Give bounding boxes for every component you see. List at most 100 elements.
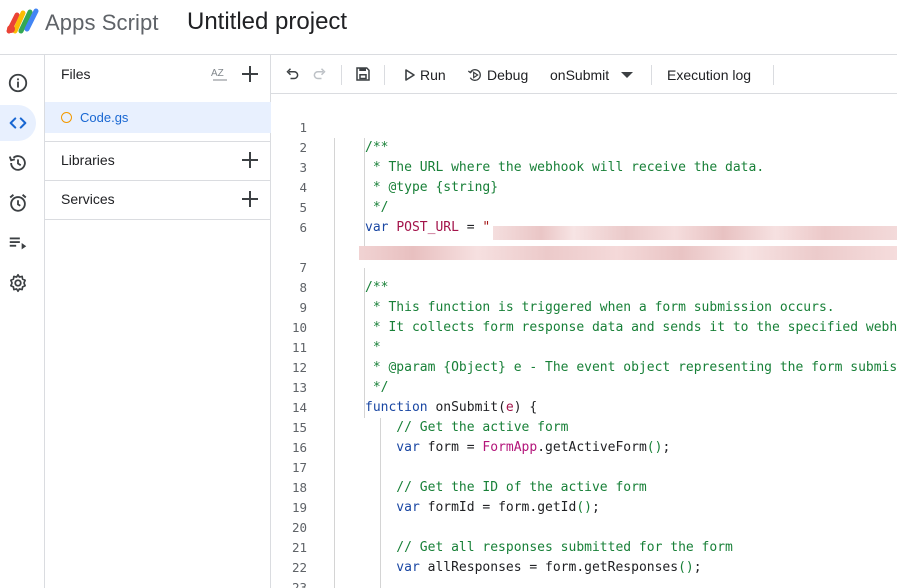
toolbar-separator xyxy=(773,65,774,85)
line-number: 20 xyxy=(291,520,307,535)
line-number: 6 xyxy=(299,220,307,235)
code-line[interactable]: 5 */ xyxy=(271,198,897,218)
divider xyxy=(45,219,271,220)
code-text: * @param {Object} e - The event object r… xyxy=(365,358,897,378)
execution-log-button[interactable]: Execution log xyxy=(667,55,751,94)
code-token: * The URL where the webhook will receive… xyxy=(365,160,765,175)
debug-icon xyxy=(467,68,481,81)
libraries-row: Libraries xyxy=(45,141,271,180)
code-line[interactable]: 7 xyxy=(271,258,897,278)
function-select[interactable]: onSubmit xyxy=(550,55,634,94)
editor-toolbar: Run Debug onSubmit Execution log xyxy=(271,55,897,94)
services-label: Services xyxy=(61,191,115,207)
code-token: () xyxy=(678,560,694,575)
left-nav-rail xyxy=(0,55,45,588)
toolbar-separator xyxy=(341,65,342,85)
line-number: 23 xyxy=(291,580,307,588)
code-token: function xyxy=(365,400,436,415)
rail-overview-button[interactable] xyxy=(0,65,36,101)
code-line[interactable]: 2 /** xyxy=(271,138,897,158)
code-line[interactable]: 10 * It collects form response data and … xyxy=(271,318,897,338)
undo-icon xyxy=(286,68,299,80)
execution-log-label: Execution log xyxy=(667,66,752,83)
code-line[interactable]: 9 * This function is triggered when a fo… xyxy=(271,298,897,318)
rail-history-button[interactable] xyxy=(0,145,36,181)
line-number: 10 xyxy=(291,320,307,335)
code-text: /** xyxy=(365,138,388,158)
code-text: var allResponses = form.getResponses(); xyxy=(365,558,701,578)
add-service-icon[interactable] xyxy=(239,188,261,210)
code-token: () xyxy=(576,500,592,515)
add-library-icon[interactable] xyxy=(239,149,261,171)
code-line[interactable]: 21 // Get all responses submitted for th… xyxy=(271,538,897,558)
rail-settings-button[interactable] xyxy=(0,265,36,301)
code-token: ) { xyxy=(513,400,538,415)
playlist-play-icon xyxy=(9,237,27,250)
code-line[interactable]: 13 */ xyxy=(271,378,897,398)
add-file-icon[interactable] xyxy=(239,63,261,85)
line-number: 17 xyxy=(291,460,307,475)
code-editor[interactable]: 1 2/** 3 * The URL where the webhook will … xyxy=(271,94,897,588)
code-line[interactable]: 4 * @type {string} xyxy=(271,178,897,198)
code-line[interactable]: 6 var POST_URL = " xyxy=(271,218,897,238)
file-item-code-gs[interactable]: Code.gs xyxy=(45,102,271,133)
code-line[interactable]: 17 xyxy=(271,458,897,478)
code-line[interactable]: 16 var form = FormApp.getActiveForm(); xyxy=(271,438,897,458)
files-label: Files xyxy=(61,66,91,82)
play-icon xyxy=(405,68,415,81)
line-number: 21 xyxy=(291,540,307,555)
brand-name[interactable]: Apps Script xyxy=(45,10,159,36)
code-token: () xyxy=(646,440,663,455)
debug-button[interactable]: Debug xyxy=(467,55,528,94)
info-icon xyxy=(8,73,28,93)
rail-executions-button[interactable] xyxy=(0,225,36,261)
code-token: allResponses = form.getResponses xyxy=(427,560,679,575)
line-number: 11 xyxy=(291,340,307,355)
code-line[interactable]: 20 xyxy=(271,518,897,538)
run-button[interactable]: Run xyxy=(404,55,446,94)
alarm-icon xyxy=(9,194,27,212)
code-line[interactable]: 23 xyxy=(271,578,897,588)
code-line[interactable]: 12 * @param {Object} e - The event objec… xyxy=(271,358,897,378)
code-line[interactable]: 1 xyxy=(271,118,897,138)
code-line[interactable]: 14 function onSubmit(e) { xyxy=(271,398,897,418)
code-line[interactable]: 8 /** xyxy=(271,278,897,298)
toolbar-separator xyxy=(384,65,385,85)
code-text: function onSubmit(e) { xyxy=(365,398,537,418)
line-number: 16 xyxy=(291,440,307,455)
debug-label: Debug xyxy=(487,66,529,83)
code-line[interactable]: 15 // Get the active form xyxy=(271,418,897,438)
code-token: * @param {Object} e - The event object r… xyxy=(365,360,897,375)
history-icon xyxy=(8,155,26,171)
code-token: // Get all responses submitted for the f… xyxy=(365,540,733,555)
code-line[interactable]: 19 var formId = form.getId(); xyxy=(271,498,897,518)
code-line[interactable]: 22 var allResponses = form.getResponses(… xyxy=(271,558,897,578)
save-button[interactable] xyxy=(353,64,373,84)
apps-script-logo-icon[interactable] xyxy=(5,7,39,35)
code-token: ; xyxy=(662,440,671,455)
file-status-dot xyxy=(61,112,72,123)
sort-az-icon[interactable]: AZ xyxy=(209,64,231,86)
redo-button[interactable] xyxy=(310,64,330,84)
code-token: .getActiveForm xyxy=(537,440,647,455)
code-text: var formId = form.getId(); xyxy=(365,498,600,518)
line-number: 12 xyxy=(291,360,307,375)
toolbar-separator xyxy=(651,65,652,85)
redo-icon xyxy=(313,68,326,80)
code-token: /** xyxy=(365,140,389,155)
code-line[interactable]: 18 // Get the ID of the active form xyxy=(271,478,897,498)
code-line[interactable]: 11 * xyxy=(271,338,897,358)
rail-triggers-button[interactable] xyxy=(0,185,36,221)
rail-editor-button[interactable] xyxy=(0,105,36,141)
undo-button[interactable] xyxy=(282,64,302,84)
line-number: 8 xyxy=(299,280,307,295)
code-text: * @type {string} xyxy=(365,178,498,198)
code-line[interactable] xyxy=(271,238,897,258)
app-header: Apps Script Untitled project xyxy=(0,0,897,55)
run-label: Run xyxy=(420,66,446,83)
project-title[interactable]: Untitled project xyxy=(187,8,347,36)
line-number: 4 xyxy=(299,180,307,195)
code-line[interactable]: 3 * The URL where the webhook will recei… xyxy=(271,158,897,178)
chevron-down-icon xyxy=(621,71,634,78)
line-number: 5 xyxy=(299,200,307,215)
